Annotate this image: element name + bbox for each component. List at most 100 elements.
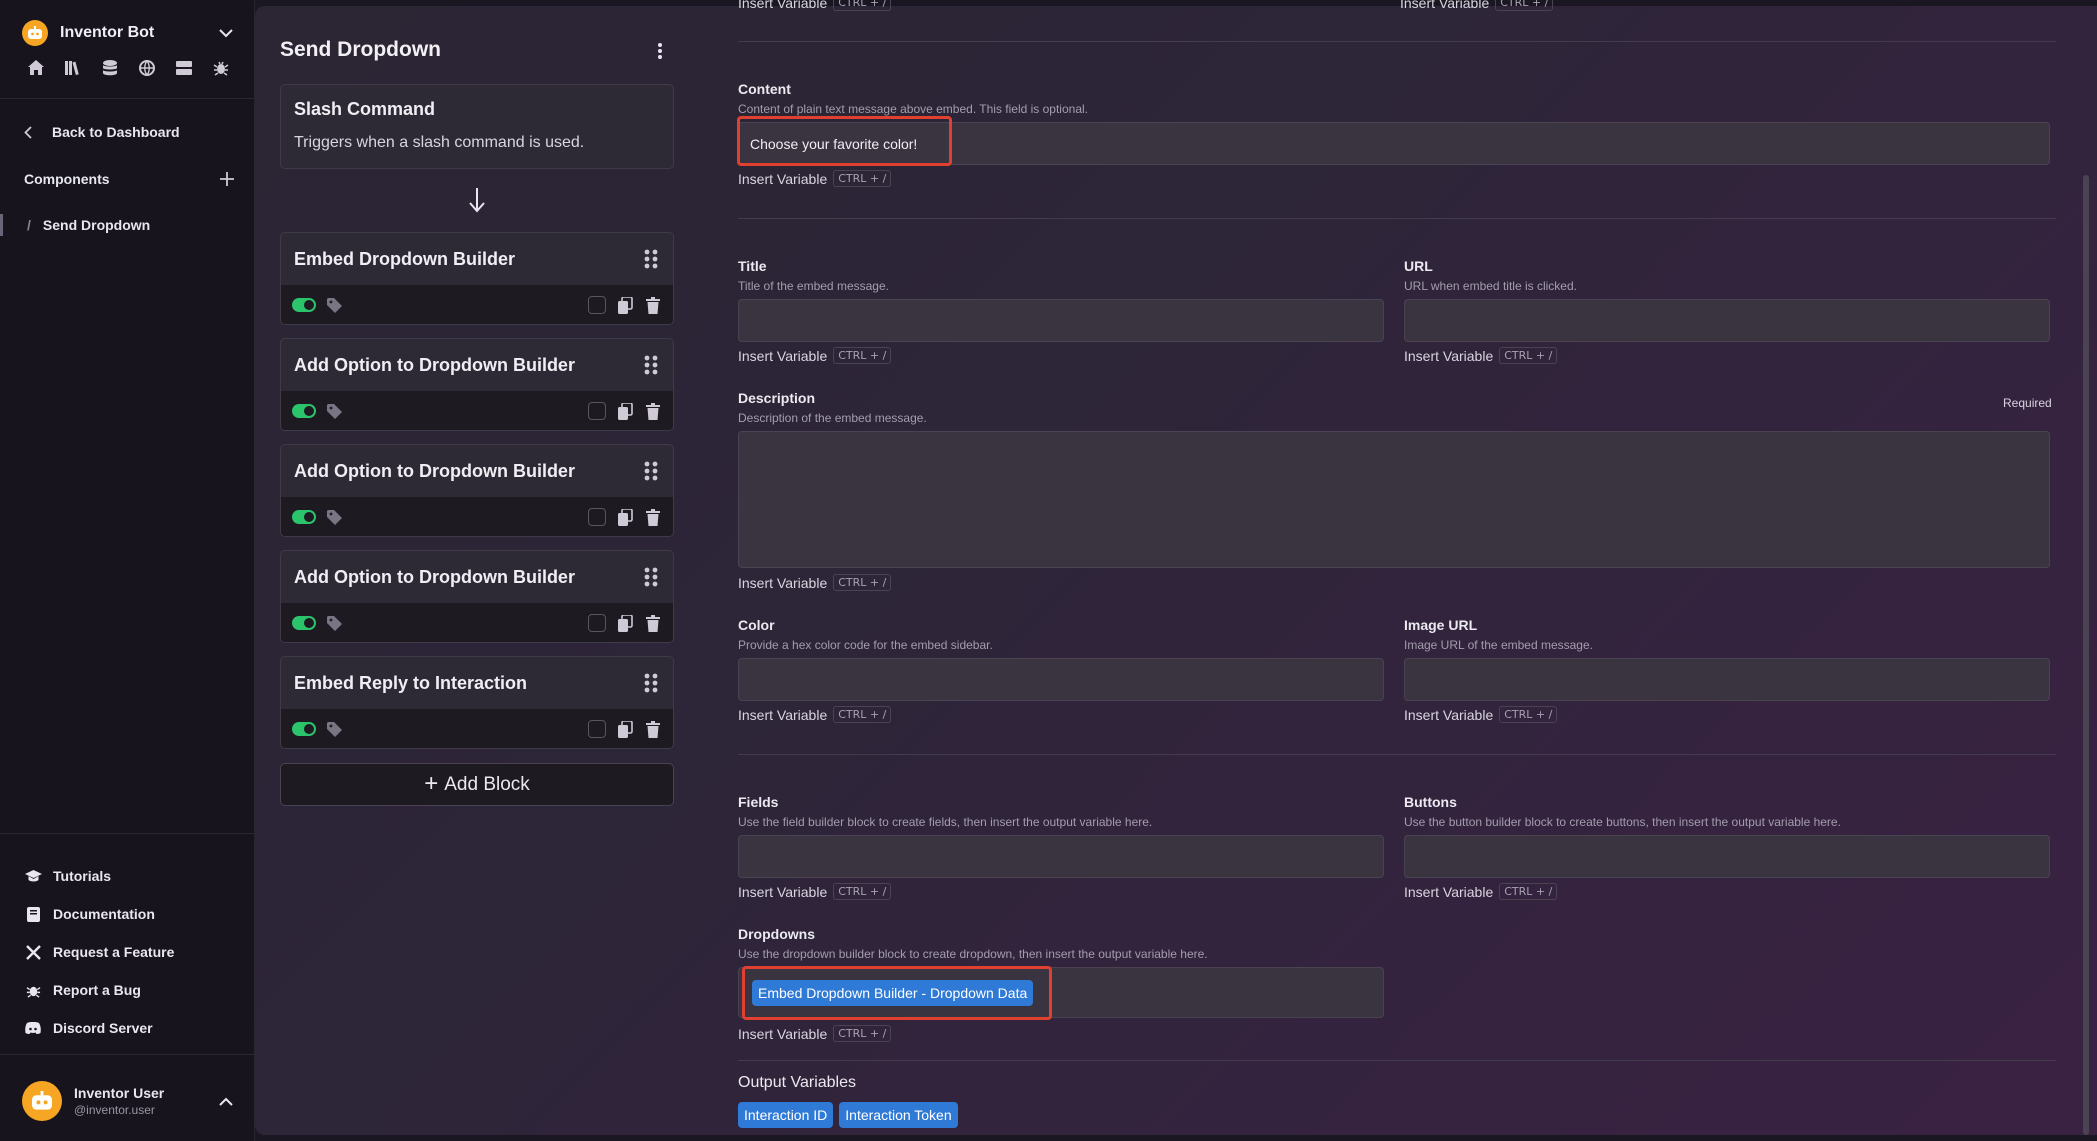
block-card[interactable]: Embed Reply to Interaction <box>280 656 674 749</box>
footer-links: Tutorials Documentation Request a Featur… <box>24 857 174 1047</box>
database-icon[interactable] <box>100 58 119 77</box>
insert-variable-link[interactable]: Insert Variable CTRL + / <box>1404 347 1558 364</box>
select-checkbox[interactable] <box>588 720 606 738</box>
output-variable-chip[interactable]: Interaction Token <box>839 1102 958 1128</box>
documentation-link[interactable]: Documentation <box>24 895 174 933</box>
trash-icon[interactable] <box>644 402 662 420</box>
scrollbar[interactable] <box>2083 175 2089 1135</box>
shortcut-badge: CTRL + / <box>1499 347 1558 364</box>
more-options-icon[interactable] <box>650 40 670 62</box>
add-component-icon[interactable] <box>220 172 234 186</box>
library-icon[interactable] <box>63 58 82 77</box>
fields-input[interactable] <box>738 835 1384 878</box>
trigger-title: Slash Command <box>294 99 436 119</box>
shortcut-badge: CTRL + / <box>833 706 892 723</box>
drag-handle-icon[interactable] <box>642 248 660 270</box>
server-icon[interactable] <box>174 58 193 77</box>
insert-variable-link[interactable]: Insert Variable CTRL + / <box>738 574 892 591</box>
enable-toggle[interactable] <box>292 616 316 630</box>
drag-handle-icon[interactable] <box>642 672 660 694</box>
copy-icon[interactable] <box>616 614 634 632</box>
shortcut-badge: CTRL + / <box>1499 883 1558 900</box>
color-label: Color <box>738 617 775 633</box>
divider <box>0 833 255 834</box>
buttons-input[interactable] <box>1404 835 2050 878</box>
drag-handle-icon[interactable] <box>642 566 660 588</box>
copy-icon[interactable] <box>616 296 634 314</box>
block-card[interactable]: Embed Dropdown Builder <box>280 232 674 325</box>
title-input[interactable] <box>738 299 1384 342</box>
bot-selector[interactable]: Inventor Bot <box>22 18 237 48</box>
globe-icon[interactable] <box>137 58 156 77</box>
fields-hint: Use the field builder block to create fi… <box>738 815 1153 829</box>
url-input[interactable] <box>1404 299 2050 342</box>
block-title: Add Option to Dropdown Builder <box>294 354 575 375</box>
discord-server-link[interactable]: Discord Server <box>24 1009 174 1047</box>
copy-icon[interactable] <box>616 508 634 526</box>
tutorials-link[interactable]: Tutorials <box>24 857 174 895</box>
add-block-button[interactable]: + Add Block <box>280 763 674 806</box>
insert-variable-label: Insert Variable <box>1404 883 1494 900</box>
insert-variable-link[interactable]: Insert Variable CTRL + / <box>738 170 892 187</box>
insert-variable-label: Insert Variable <box>738 347 828 364</box>
insert-variable-link[interactable]: Insert Variable CTRL + / <box>1400 0 1554 11</box>
enable-toggle[interactable] <box>292 722 316 736</box>
request-feature-link[interactable]: Request a Feature <box>24 933 174 971</box>
trash-icon[interactable] <box>644 614 662 632</box>
insert-variable-link[interactable]: Insert Variable CTRL + / <box>738 1025 892 1042</box>
user-menu[interactable]: Inventor User @inventor.user <box>22 1080 237 1122</box>
select-checkbox[interactable] <box>588 614 606 632</box>
enable-toggle[interactable] <box>292 510 316 524</box>
insert-variable-link[interactable]: Insert Variable CTRL + / <box>738 0 892 11</box>
insert-variable-link[interactable]: Insert Variable CTRL + / <box>738 347 892 364</box>
output-variables: Interaction ID Interaction Token <box>738 1102 958 1128</box>
block-toolbar <box>281 603 673 642</box>
select-checkbox[interactable] <box>588 508 606 526</box>
component-item-send-dropdown[interactable]: / Send Dropdown <box>0 212 255 238</box>
tag-icon[interactable] <box>326 509 342 525</box>
back-to-dashboard-link[interactable]: Back to Dashboard <box>24 124 180 140</box>
image-url-input[interactable] <box>1404 658 2050 701</box>
insert-variable-link[interactable]: Insert Variable CTRL + / <box>1404 883 1558 900</box>
required-badge: Required <box>2003 396 2052 410</box>
block-card[interactable]: Add Option to Dropdown Builder <box>280 550 674 643</box>
insert-variable-label: Insert Variable <box>1404 347 1494 364</box>
select-checkbox[interactable] <box>588 296 606 314</box>
chevron-down-icon[interactable] <box>215 22 237 44</box>
insert-variable-link[interactable]: Insert Variable CTRL + / <box>1404 706 1558 723</box>
enable-toggle[interactable] <box>292 404 316 418</box>
color-hint: Provide a hex color code for the embed s… <box>738 638 993 652</box>
enable-toggle[interactable] <box>292 298 316 312</box>
output-variable-chip[interactable]: Interaction ID <box>738 1102 834 1128</box>
tag-icon[interactable] <box>326 721 342 737</box>
insert-variable-link[interactable]: Insert Variable CTRL + / <box>738 706 892 723</box>
report-bug-link[interactable]: Report a Bug <box>24 971 174 1009</box>
tag-icon[interactable] <box>326 615 342 631</box>
copy-icon[interactable] <box>616 720 634 738</box>
block-card[interactable]: Add Option to Dropdown Builder <box>280 444 674 537</box>
drag-handle-icon[interactable] <box>642 354 660 376</box>
tag-icon[interactable] <box>326 403 342 419</box>
bug-icon[interactable] <box>211 58 230 77</box>
trash-icon[interactable] <box>644 508 662 526</box>
color-input[interactable] <box>738 658 1384 701</box>
title-hint: Title of the embed message. <box>738 279 889 293</box>
insert-variable-label: Insert Variable <box>738 706 828 723</box>
chevron-up-icon[interactable] <box>215 1090 237 1112</box>
arrow-down-icon <box>466 186 488 214</box>
tag-icon[interactable] <box>326 297 342 313</box>
trash-icon[interactable] <box>644 296 662 314</box>
drag-handle-icon[interactable] <box>642 460 660 482</box>
block-card[interactable]: Add Option to Dropdown Builder <box>280 338 674 431</box>
insert-variable-link[interactable]: Insert Variable CTRL + / <box>738 883 892 900</box>
description-textarea[interactable] <box>738 431 2050 568</box>
slash-command-trigger-card[interactable]: Slash Command Triggers when a slash comm… <box>280 84 674 169</box>
home-icon[interactable] <box>26 58 45 77</box>
url-label: URL <box>1404 258 1433 274</box>
trash-icon[interactable] <box>644 720 662 738</box>
copy-icon[interactable] <box>616 402 634 420</box>
description-hint: Description of the embed message. <box>738 411 927 425</box>
description-label: Description <box>738 390 816 406</box>
insert-variable-label: Insert Variable <box>738 170 828 187</box>
select-checkbox[interactable] <box>588 402 606 420</box>
